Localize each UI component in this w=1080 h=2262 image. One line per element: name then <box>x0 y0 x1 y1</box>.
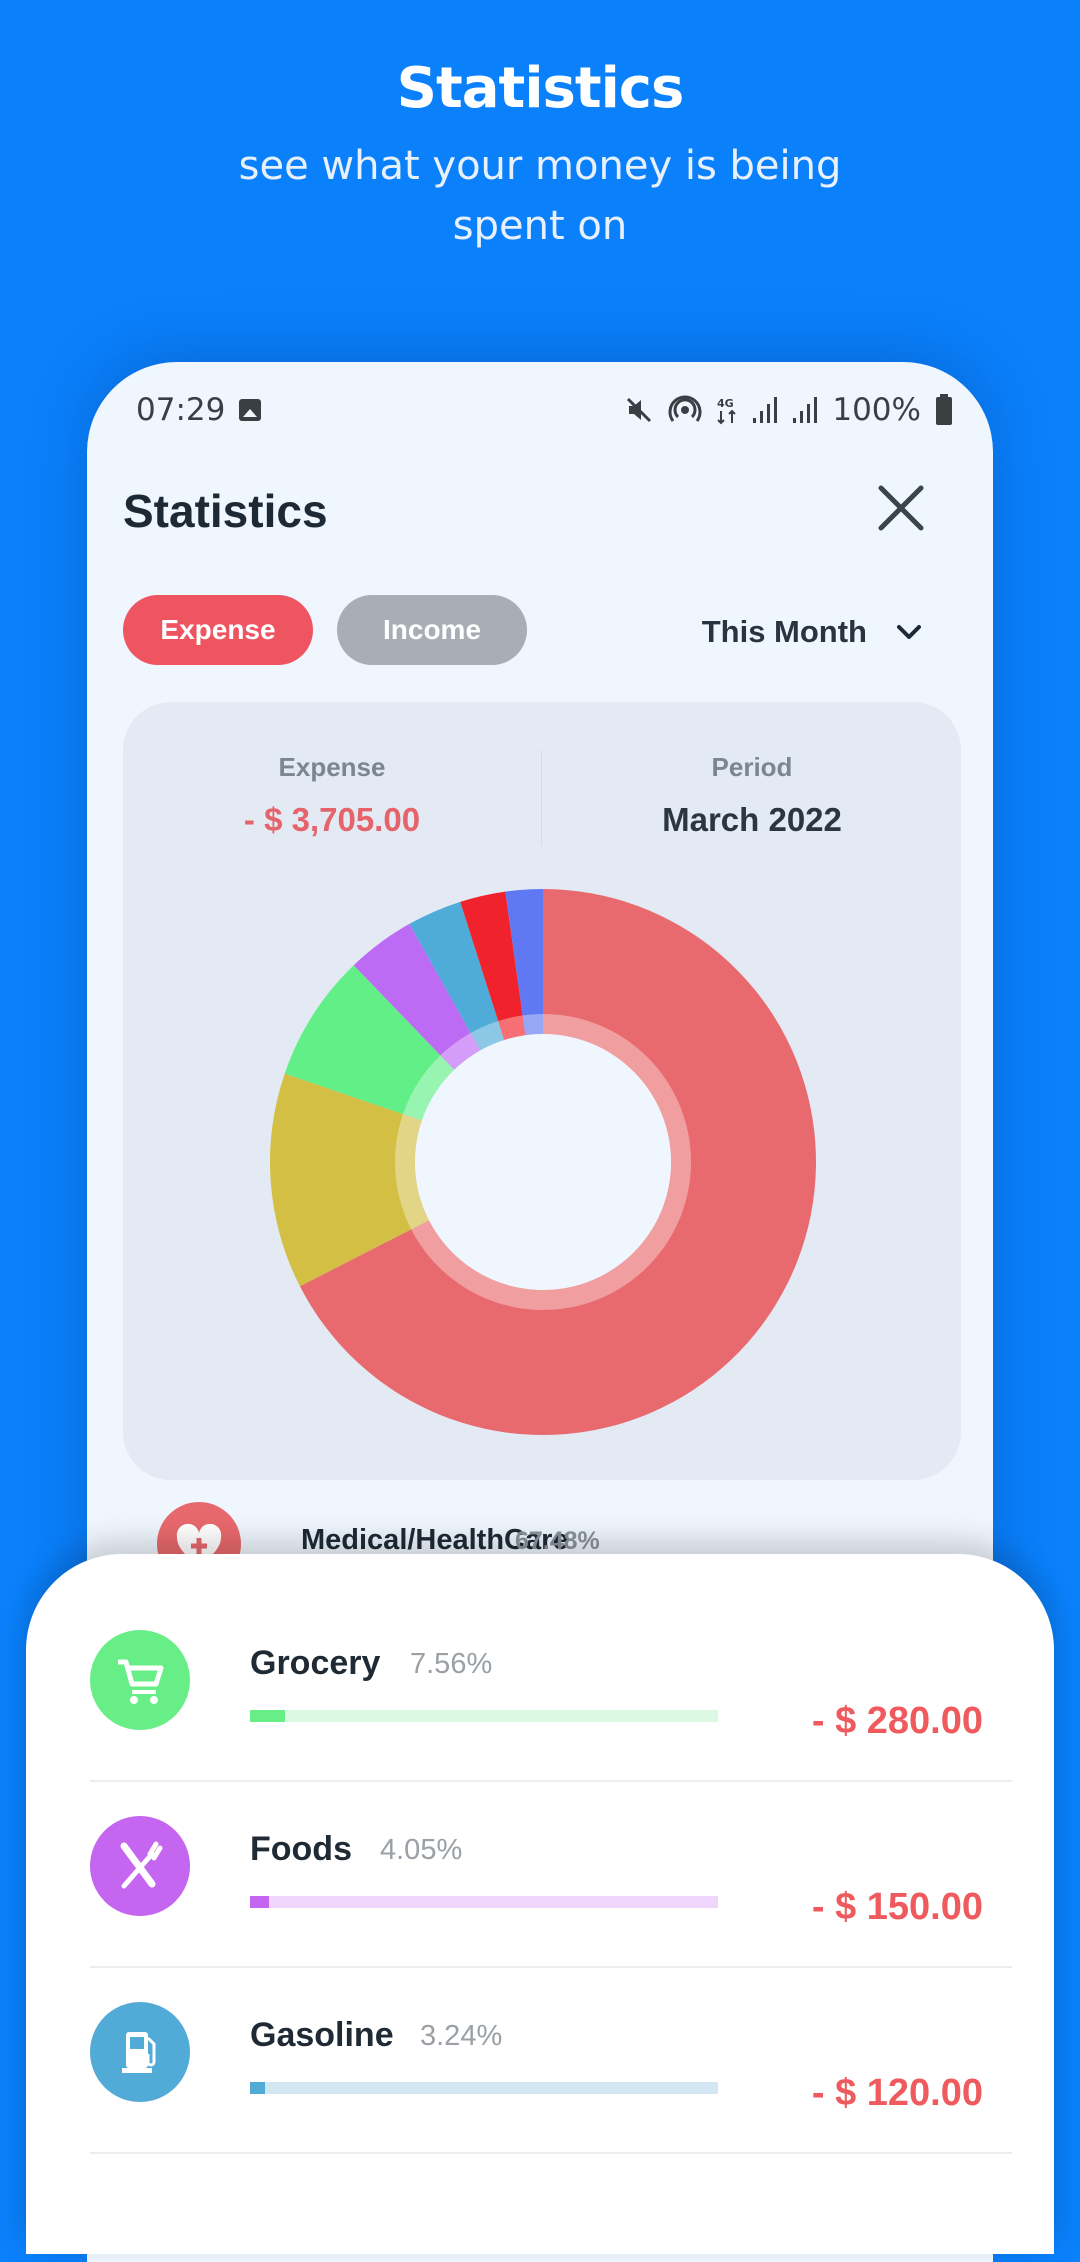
period-summary: Period March 2022 <box>543 752 961 839</box>
category-list-sheet: Grocery 7.56% - $ 280.00 Foods 4.05% - $… <box>26 1554 1054 2254</box>
close-icon <box>878 485 924 531</box>
tab-expense[interactable]: Expense <box>123 595 313 665</box>
category-amount: - $ 120.00 <box>811 2072 983 2114</box>
type-tabs: Expense Income <box>123 595 527 665</box>
period-value: March 2022 <box>662 801 842 838</box>
category-icon-gasoline <box>90 2002 190 2102</box>
category-row-foods[interactable]: Foods 4.05% - $ 150.00 <box>90 1816 1012 2001</box>
category-progress <box>250 1896 718 1908</box>
status-bar: 07:29 4G 100% <box>136 382 953 438</box>
hotspot-icon <box>668 395 702 422</box>
image-notification-icon <box>239 399 262 421</box>
svg-text:4G: 4G <box>717 397 734 410</box>
battery-percent: 100% <box>832 392 921 428</box>
category-progress <box>250 2082 718 2094</box>
status-time: 07:29 <box>136 392 226 428</box>
category-row-grocery[interactable]: Grocery 7.56% - $ 280.00 <box>90 1630 1012 1815</box>
category-icon-foods <box>90 1816 190 1916</box>
page-title: Statistics <box>123 485 328 537</box>
tab-income[interactable]: Income <box>337 595 527 665</box>
row-divider <box>90 1966 1012 1968</box>
mute-icon <box>627 397 652 423</box>
category-percent: 3.24% <box>420 2020 503 2052</box>
category-percent: 7.56% <box>410 1648 493 1680</box>
category-progress-fill <box>250 1710 286 1722</box>
gas-pump-icon <box>122 2032 156 2073</box>
category-name: Gasoline <box>250 2016 394 2054</box>
period-dropdown-value: This Month <box>701 614 867 649</box>
battery-icon <box>936 394 952 425</box>
signal-icon <box>793 397 818 423</box>
category-amount: - $ 280.00 <box>811 1700 983 1742</box>
hero-subtitle: see what your money is being spent on <box>238 143 842 249</box>
row-divider <box>90 1780 1012 1782</box>
chevron-down-icon <box>897 625 921 639</box>
summary-card: Expense - $ 3,705.00 Period March 2022 <box>123 702 961 1480</box>
category-icon-grocery <box>90 1630 190 1730</box>
shopping-cart-icon <box>118 1659 164 1704</box>
category-amount: - $ 150.00 <box>811 1886 983 1928</box>
close-button[interactable] <box>873 480 929 536</box>
category-name: Foods <box>250 1830 352 1868</box>
donut-slice-highlight <box>522 1014 543 1036</box>
hero-title: Statistics <box>396 56 685 121</box>
category-progress-fill <box>250 2082 266 2094</box>
donut-hole <box>415 1034 671 1290</box>
signal-icon <box>753 397 778 423</box>
period-label: Period <box>711 752 793 782</box>
expense-donut-chart <box>270 889 816 1435</box>
category-percent: 67.48% <box>515 1527 600 1555</box>
summary-divider <box>541 750 542 846</box>
category-name: Grocery <box>250 1644 381 1682</box>
row-divider <box>90 2152 1012 2154</box>
expense-summary: Expense - $ 3,705.00 <box>123 752 541 839</box>
category-progress <box>250 1710 718 1722</box>
4g-data-icon: 4G <box>717 397 737 425</box>
knife-fork-icon <box>120 1841 163 1889</box>
category-row-gasoline[interactable]: Gasoline 3.24% - $ 120.00 <box>90 2002 1012 2187</box>
expense-total: - $ 3,705.00 <box>243 801 421 838</box>
category-percent: 4.05% <box>380 1834 463 1866</box>
expense-label: Expense <box>278 752 386 782</box>
period-dropdown[interactable]: This Month <box>702 602 923 662</box>
category-progress-fill <box>250 1896 269 1908</box>
